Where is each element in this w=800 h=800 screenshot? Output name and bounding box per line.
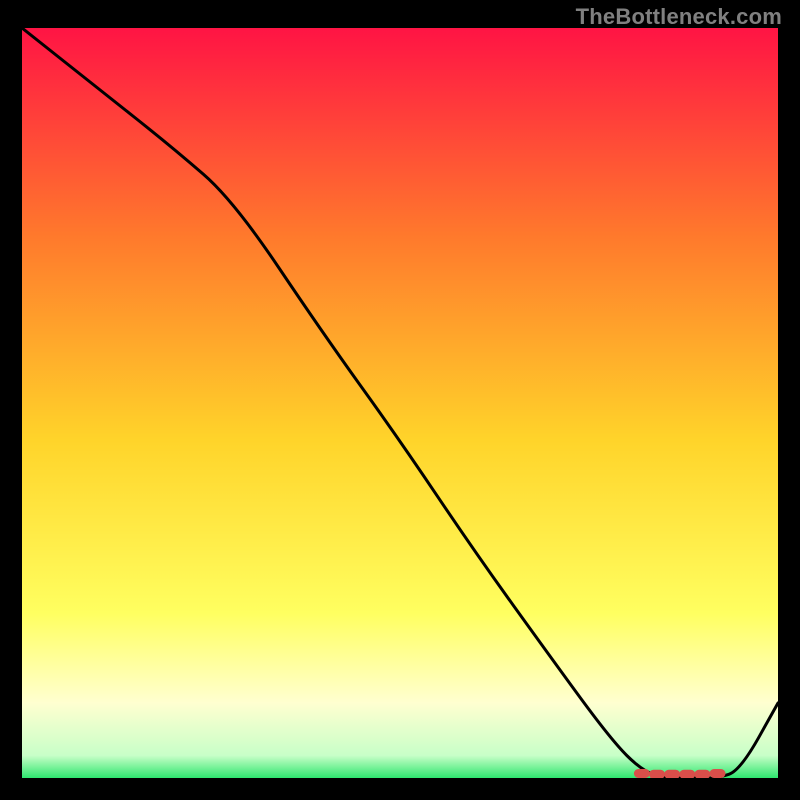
optimal-marker — [634, 769, 650, 778]
optimal-marker — [649, 770, 665, 778]
watermark-text: TheBottleneck.com — [576, 4, 782, 30]
chart-frame: TheBottleneck.com — [0, 0, 800, 800]
optimal-marker — [694, 770, 710, 778]
optimal-marker — [679, 770, 695, 778]
optimal-marker — [710, 769, 726, 778]
optimal-marker — [664, 770, 680, 778]
plot-area — [22, 28, 778, 778]
chart-svg — [22, 28, 778, 778]
gradient-background — [22, 28, 778, 778]
